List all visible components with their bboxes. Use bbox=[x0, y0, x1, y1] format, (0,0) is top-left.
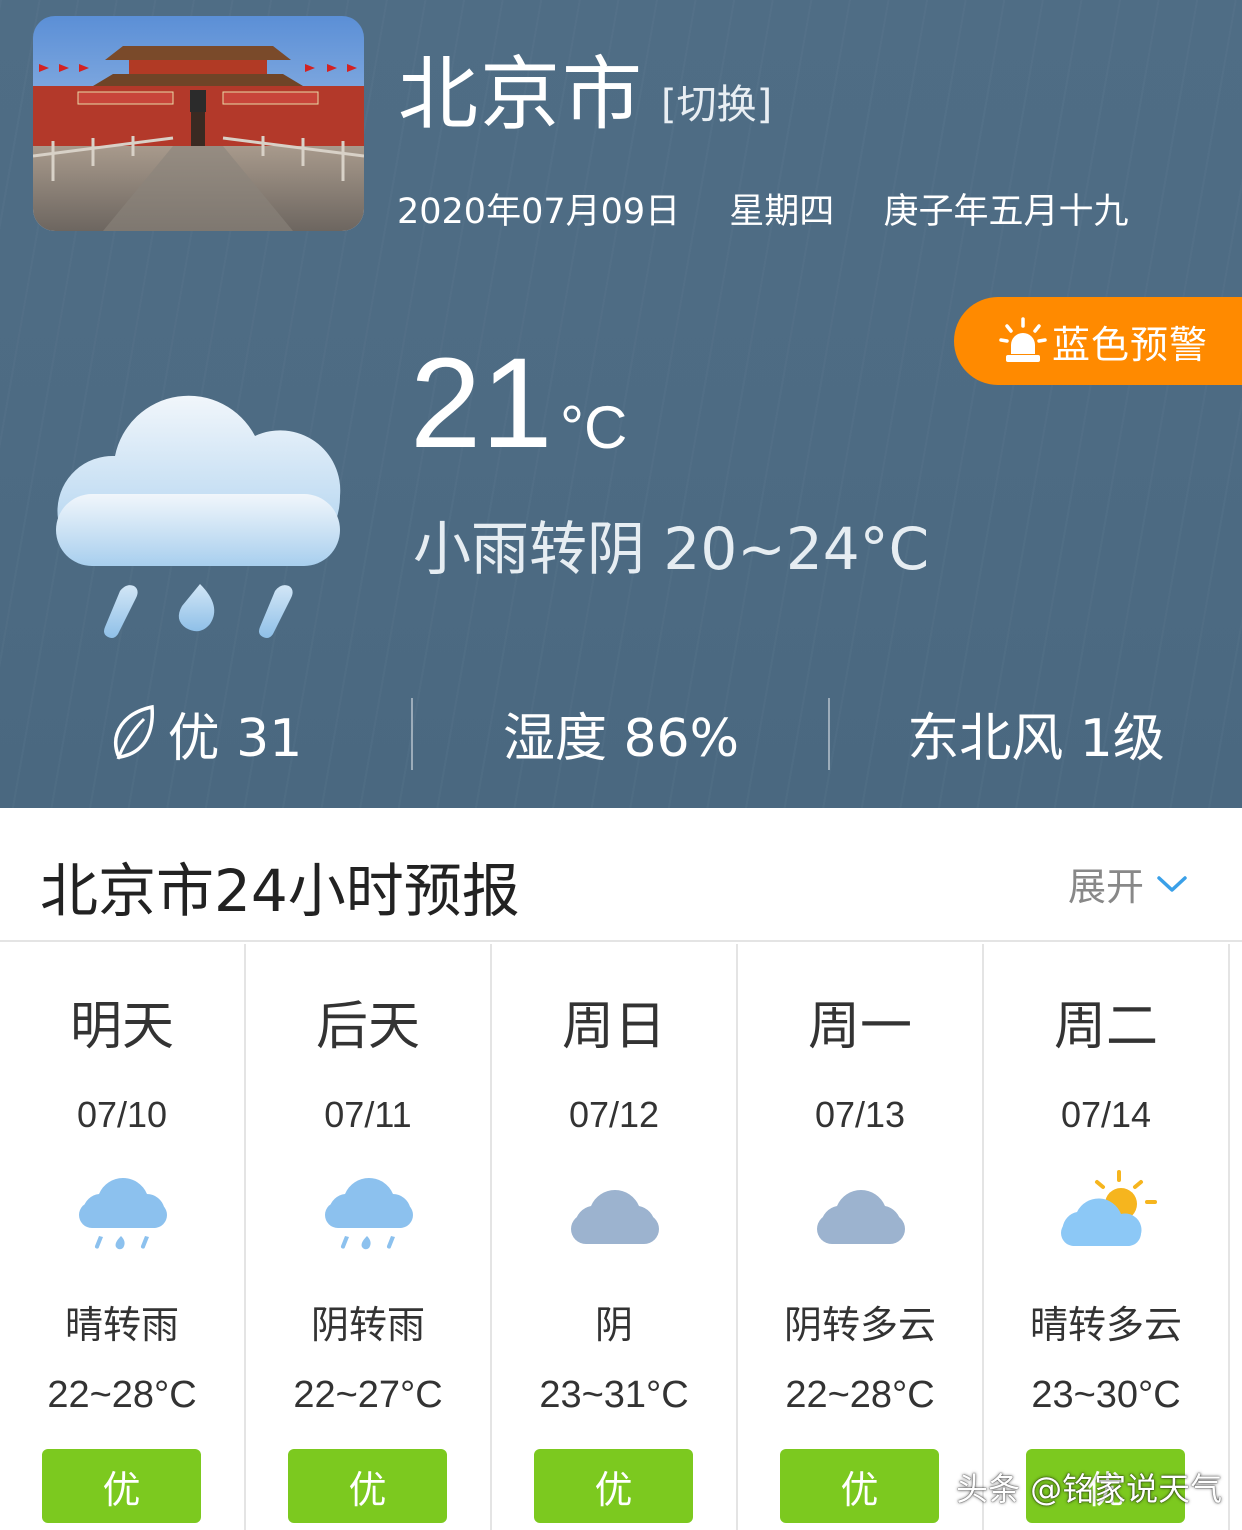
forecast-section-title: 北京市24小时预报 bbox=[40, 857, 520, 925]
current-temperature: 21 bbox=[410, 332, 553, 475]
day-condition: 晴转雨 bbox=[64, 1303, 179, 1347]
rain-cloud-icon bbox=[56, 395, 341, 638]
aqi-badge: 优 bbox=[288, 1449, 447, 1523]
humidity-stat: 湿度 86% bbox=[502, 708, 740, 769]
day-condition: 阴转多云 bbox=[783, 1303, 936, 1347]
day-temp-range: 22~28°C bbox=[785, 1374, 935, 1416]
aqi-value: 优 31 bbox=[167, 708, 303, 769]
rain-cloud-icon bbox=[325, 1178, 413, 1250]
divider bbox=[411, 698, 413, 770]
weekday-text: 星期四 bbox=[729, 192, 835, 232]
alert-label: 蓝色预警 bbox=[1052, 322, 1209, 367]
day-date: 07/13 bbox=[814, 1094, 906, 1135]
alarm-light-icon bbox=[999, 317, 1047, 362]
watermark-text: 头条 @铭家说天气 bbox=[956, 1470, 1223, 1508]
day-column[interactable]: 周一 07/13 阴转多云 22~28°C 优 bbox=[738, 944, 984, 1530]
cloud-icon bbox=[571, 1190, 659, 1244]
day-date: 07/14 bbox=[1060, 1094, 1152, 1135]
weather-stats-row: 优 31 湿度 86% 东北风 1级 bbox=[0, 688, 1242, 778]
chevron-down-icon bbox=[1157, 875, 1187, 892]
day-column[interactable]: 周日 07/12 阴 23~31°C 优 bbox=[492, 944, 738, 1530]
day-condition: 晴转多云 bbox=[1029, 1303, 1182, 1347]
day-name: 后天 bbox=[315, 997, 420, 1057]
current-weather-card: 北京市 [切换] 2020年07月09日 星期四 庚子年五月十九 蓝色预警 21… bbox=[0, 0, 1242, 808]
date-row: 2020年07月09日 星期四 庚子年五月十九 bbox=[397, 183, 1166, 234]
day-temp-range: 23~30°C bbox=[1031, 1374, 1181, 1416]
expand-button[interactable]: 展开 bbox=[1068, 856, 1188, 911]
day-date: 07/12 bbox=[568, 1094, 660, 1135]
condition-and-range: 小雨转阴 20~24°C bbox=[413, 515, 930, 583]
aqi-badge: 优 bbox=[42, 1449, 201, 1523]
forecast-section-header: 北京市24小时预报 展开 bbox=[0, 808, 1242, 942]
switch-city-link[interactable]: [切换] bbox=[661, 72, 772, 130]
date-text: 2020年07月09日 bbox=[397, 192, 681, 232]
city-landmark-image bbox=[33, 16, 364, 231]
day-condition: 阴转雨 bbox=[310, 1303, 425, 1347]
day-column[interactable]: 后天 07/11 阴转雨 22~27°C 优 bbox=[246, 944, 492, 1530]
day-name: 明天 bbox=[69, 997, 174, 1057]
city-name: 北京市 bbox=[398, 48, 644, 141]
day-column[interactable]: 明天 07/10 晴转雨 22~28°C 优 bbox=[0, 944, 246, 1530]
rain-cloud-icon bbox=[79, 1178, 167, 1250]
wind-stat: 东北风 1级 bbox=[907, 708, 1165, 769]
day-date: 07/11 bbox=[324, 1094, 412, 1135]
aqi-badge: 优 bbox=[780, 1449, 939, 1523]
daily-forecast: 明天 07/10 晴转雨 22~28°C 优 后天 07/11 阴转雨 22~2… bbox=[0, 944, 1242, 1530]
day-name: 周一 bbox=[807, 997, 912, 1057]
day-temp-range: 23~31°C bbox=[539, 1374, 689, 1416]
expand-label: 展开 bbox=[1068, 865, 1145, 909]
day-date: 07/10 bbox=[76, 1094, 168, 1135]
temperature-unit: °C bbox=[560, 394, 628, 461]
day-column[interactable]: 周二 07/14 晴转多云 23~30°C 优 bbox=[984, 944, 1230, 1530]
leaf-icon bbox=[113, 704, 154, 760]
lunar-date-text: 庚子年五月十九 bbox=[883, 192, 1129, 232]
weather-alert-button[interactable]: 蓝色预警 bbox=[954, 297, 1242, 385]
day-name: 周日 bbox=[561, 997, 666, 1057]
day-temp-range: 22~28°C bbox=[47, 1374, 197, 1416]
day-condition: 阴 bbox=[594, 1303, 633, 1347]
air-quality-stat[interactable]: 优 31 bbox=[0, 688, 412, 778]
cloud-icon bbox=[817, 1190, 905, 1244]
day-name: 周二 bbox=[1053, 997, 1158, 1057]
day-temp-range: 22~27°C bbox=[293, 1374, 443, 1416]
aqi-badge: 优 bbox=[534, 1449, 693, 1523]
sun-cloud-icon bbox=[1061, 1170, 1157, 1246]
